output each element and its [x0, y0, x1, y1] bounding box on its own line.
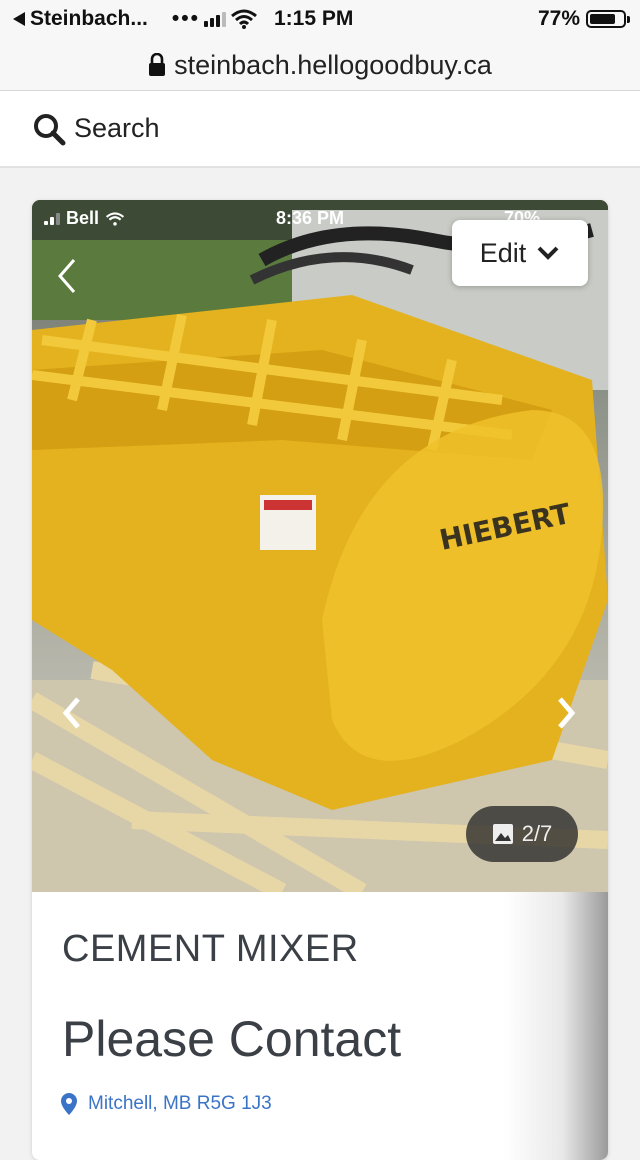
clock: 1:15 PM — [274, 7, 354, 30]
next-photo-button[interactable] — [546, 688, 586, 738]
edit-label: Edit — [479, 237, 527, 268]
status-bar: Steinbach... ••• 1:15 PM 77% — [0, 0, 640, 40]
battery-icon — [586, 10, 630, 28]
previous-photo-button[interactable] — [52, 688, 92, 738]
back-to-app[interactable]: Steinbach... ••• — [12, 7, 258, 31]
search-icon — [34, 113, 66, 145]
chevron-right-icon — [558, 697, 576, 729]
chevron-left-icon — [62, 697, 80, 729]
chevron-left-icon — [58, 259, 76, 293]
back-app-label: Steinbach... — [30, 7, 148, 30]
photo-counter: 2/7 — [466, 806, 578, 862]
signal-icon — [44, 212, 60, 225]
search-label: Search — [74, 113, 160, 143]
wifi-icon — [105, 211, 125, 226]
chevron-down-icon — [537, 246, 559, 260]
image-icon — [492, 824, 513, 844]
back-triangle-icon — [13, 12, 25, 26]
listing-title[interactable]: CEMENT MIXER — [62, 928, 359, 971]
battery-percent: 77% — [537, 7, 580, 30]
signal-icon — [203, 11, 226, 27]
listing-card[interactable]: HIEBERT Bell 8:36 PM 70% Edit 2/7 CEMENT… — [32, 200, 608, 1160]
cement-mixer-photo: HIEBERT — [32, 200, 608, 892]
lock-icon — [149, 53, 166, 76]
listing-details: CEMENT MIXER Please Contact Mitchell, MB… — [32, 892, 608, 1160]
embedded-carrier: Bell — [66, 208, 100, 228]
embedded-time: 8:36 PM — [276, 208, 345, 228]
location-text: Mitchell, MB R5G 1J3 — [88, 1093, 272, 1114]
map-pin-icon — [61, 1093, 77, 1115]
search-bar[interactable]: Search — [0, 91, 640, 168]
ellipsis: ••• — [171, 7, 200, 30]
listing-location[interactable]: Mitchell, MB R5G 1J3 — [60, 1092, 272, 1116]
edit-button[interactable]: Edit — [452, 220, 588, 286]
photo-counter-text: 2/7 — [521, 821, 553, 846]
address-bar[interactable]: steinbach.hellogoodbuy.ca — [0, 40, 640, 91]
listing-price: Please Contact — [62, 1011, 402, 1067]
wifi-icon — [230, 9, 257, 29]
url-text: steinbach.hellogoodbuy.ca — [174, 49, 492, 80]
listing-photo[interactable]: HIEBERT Bell 8:36 PM 70% Edit 2/7 — [32, 200, 608, 892]
